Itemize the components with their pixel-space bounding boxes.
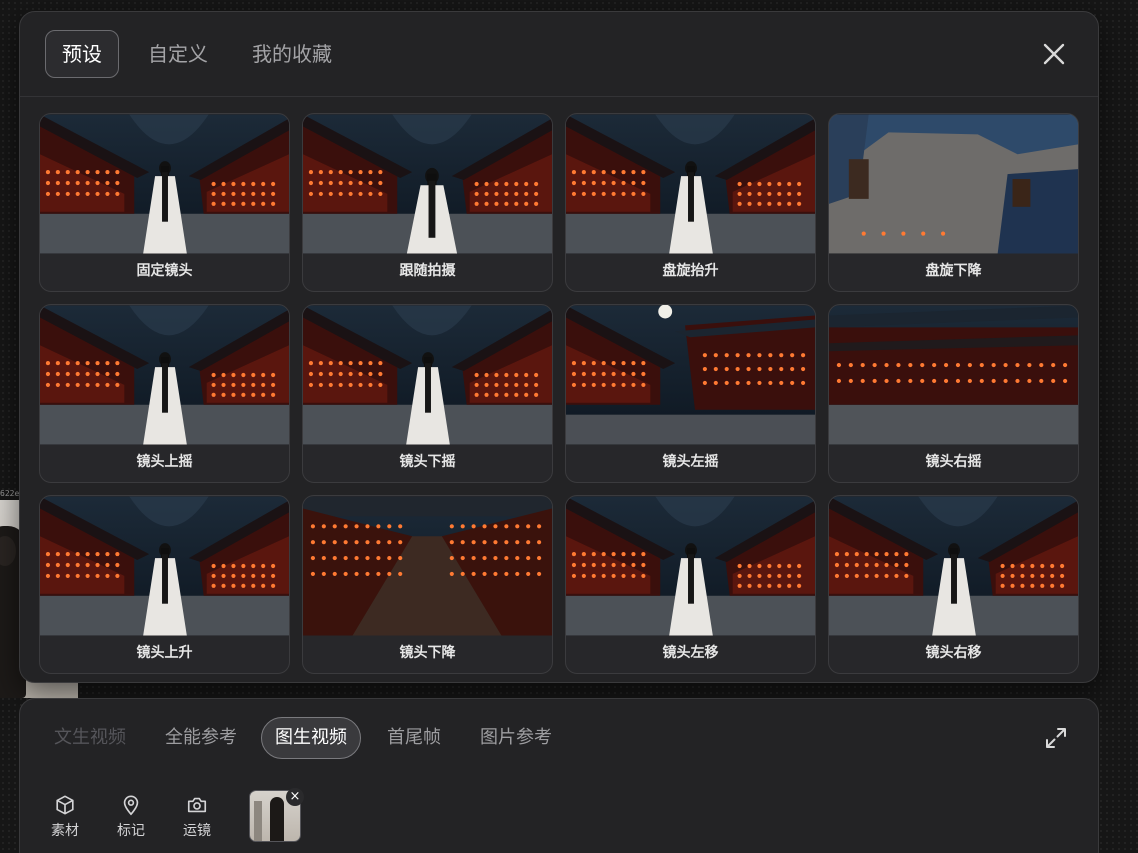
preset-thumbnail — [40, 305, 289, 445]
preset-thumbnail — [829, 114, 1078, 254]
tool-camera-motion-label: 运镜 — [183, 823, 211, 839]
tool-mark-label: 标记 — [117, 823, 145, 839]
preset-card[interactable]: 固定镜头 — [39, 113, 290, 292]
mode-first-last-frame[interactable]: 首尾帧 — [373, 717, 455, 759]
preset-thumbnail — [829, 305, 1078, 445]
preset-thumbnail — [40, 496, 289, 636]
preset-card[interactable]: 镜头左移 — [565, 495, 816, 674]
preset-thumbnail — [829, 496, 1078, 636]
tab-presets[interactable]: 预设 — [45, 30, 119, 78]
tool-mark[interactable]: 标记 — [109, 794, 153, 840]
attached-image-figure — [270, 797, 284, 841]
background-filename-label: 622e — [0, 489, 20, 498]
cube-icon — [56, 795, 74, 815]
preset-card[interactable]: 镜头右移 — [828, 495, 1079, 674]
composer-panel: 文生视频 全能参考 图生视频 首尾帧 图片参考 素材 标记 运镜 × — [19, 698, 1099, 853]
preset-thumbnail — [40, 114, 289, 254]
remove-attachment-button[interactable]: × — [286, 788, 304, 806]
preset-label: 镜头上摇 — [136, 454, 193, 470]
tool-camera-motion[interactable]: 运镜 — [175, 794, 219, 840]
preset-card[interactable]: 镜头下摇 — [302, 304, 553, 483]
preset-label: 跟随拍摄 — [399, 263, 456, 279]
preset-thumbnail — [566, 305, 815, 445]
preset-card[interactable]: 镜头上摇 — [39, 304, 290, 483]
preset-thumbnail — [303, 114, 552, 254]
preset-card[interactable]: 盘旋抬升 — [565, 113, 816, 292]
mode-text-to-video[interactable]: 文生视频 — [40, 717, 140, 759]
mode-image-to-video[interactable]: 图生视频 — [261, 717, 361, 759]
preset-label: 盘旋下降 — [925, 263, 982, 279]
preset-card[interactable]: 跟随拍摄 — [302, 113, 553, 292]
expand-button[interactable] — [1044, 726, 1068, 750]
preset-card[interactable]: 镜头下降 — [302, 495, 553, 674]
preset-thumbnail — [566, 496, 815, 636]
preset-thumbnail — [303, 496, 552, 636]
preset-label: 镜头下降 — [399, 645, 456, 661]
attached-image-bg-detail — [254, 801, 262, 841]
preset-card[interactable]: 镜头左摇 — [565, 304, 816, 483]
mode-image-reference[interactable]: 图片参考 — [466, 717, 566, 759]
preset-label: 镜头右移 — [925, 645, 982, 661]
tab-favorites[interactable]: 我的收藏 — [235, 30, 349, 78]
preset-label: 镜头下摇 — [399, 454, 456, 470]
preset-card[interactable]: 镜头右摇 — [828, 304, 1079, 483]
preset-label: 固定镜头 — [136, 263, 193, 279]
tool-material-label: 素材 — [51, 823, 79, 839]
tab-custom[interactable]: 自定义 — [131, 30, 225, 78]
panel-header: 预设 自定义 我的收藏 — [20, 12, 1098, 97]
preset-label: 镜头左摇 — [662, 454, 719, 470]
tool-material[interactable]: 素材 — [43, 794, 87, 840]
preset-card[interactable]: 镜头上升 — [39, 495, 290, 674]
preset-label: 镜头右摇 — [925, 454, 982, 470]
preset-label: 盘旋抬升 — [662, 263, 719, 279]
expand-icon — [1046, 728, 1066, 748]
close-button[interactable] — [1040, 40, 1068, 68]
camera-preset-panel: 预设 自定义 我的收藏 固定镜头 跟随拍摄 盘旋抬升 盘旋下降镜头上摇 镜头下摇 镜头左摇… — [19, 11, 1099, 683]
preset-label: 镜头左移 — [662, 645, 719, 661]
mode-omni-reference[interactable]: 全能参考 — [151, 717, 251, 759]
preset-thumbnail — [303, 305, 552, 445]
preset-label: 镜头上升 — [136, 645, 193, 661]
close-icon — [1043, 43, 1065, 65]
preset-card[interactable]: 盘旋下降 — [828, 113, 1079, 292]
map-pin-icon — [123, 795, 139, 816]
camera-icon — [187, 797, 207, 813]
preset-grid: 固定镜头 跟随拍摄 盘旋抬升 盘旋下降镜头上摇 镜头下摇 镜头左摇 镜头右摇镜头上升 镜头下降… — [39, 113, 1079, 674]
preset-thumbnail — [566, 114, 815, 254]
